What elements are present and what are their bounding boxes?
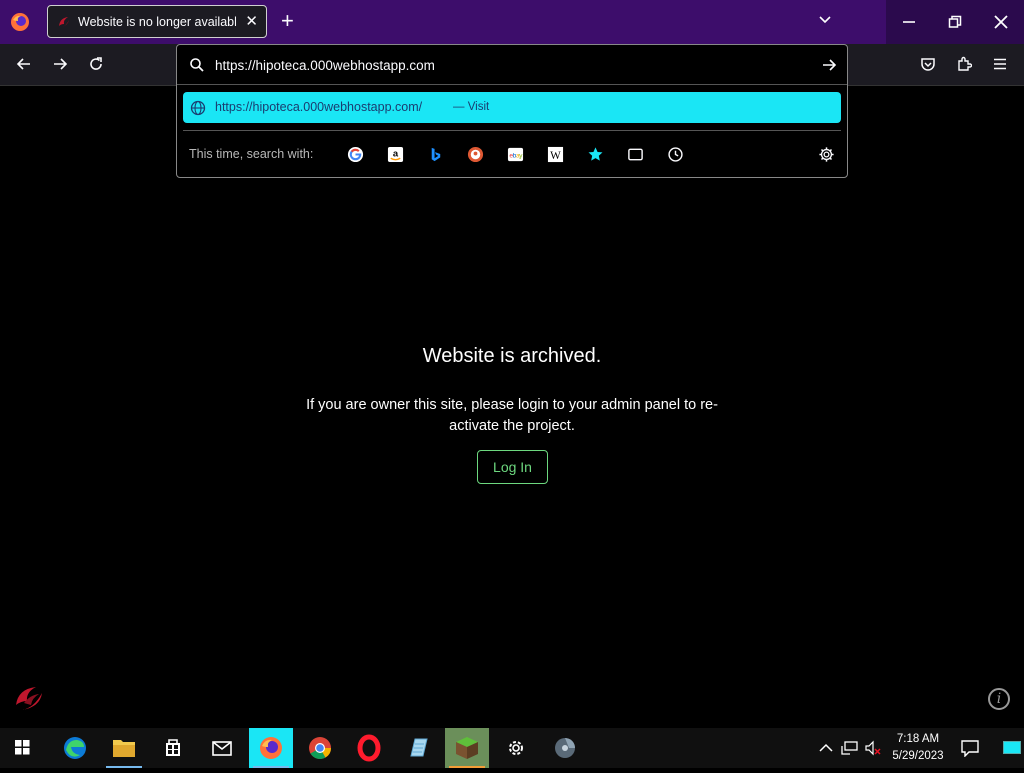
windows-taskbar	[0, 728, 1024, 768]
close-tab-icon[interactable]: ✕	[245, 12, 258, 30]
taskbar-chrome[interactable]	[298, 728, 342, 768]
taskbar-edge[interactable]	[53, 728, 97, 768]
site-favicon-icon	[59, 17, 69, 27]
address-bar-dropdown: https://hipoteca.000webhostapp.com https…	[176, 44, 848, 178]
search-icon	[190, 58, 204, 72]
tabs-icon[interactable]	[627, 146, 644, 163]
list-all-tabs-chevron-down-icon[interactable]	[817, 12, 833, 28]
host-logo-icon	[16, 687, 42, 710]
bookmarks-star-icon[interactable]	[587, 146, 604, 163]
mail-icon	[212, 741, 232, 756]
google-icon[interactable]	[347, 146, 364, 163]
ebay-icon[interactable]: e b a y	[507, 146, 524, 163]
taskbar-minecraft[interactable]	[445, 728, 489, 768]
url-suggestion-row[interactable]: https://hipoteca.000webhostapp.com/ — Vi…	[183, 92, 841, 123]
taskbar-settings[interactable]	[494, 728, 538, 768]
pocket-icon[interactable]	[920, 56, 936, 72]
start-button[interactable]	[0, 728, 44, 768]
notifications-icon[interactable]	[960, 739, 980, 757]
search-settings-gear-icon[interactable]	[818, 146, 835, 163]
svg-text:W: W	[550, 150, 561, 162]
reload-icon[interactable]	[88, 56, 104, 72]
clock-date: 5/29/2023	[892, 750, 944, 762]
url-input[interactable]: https://hipoteca.000webhostapp.com	[215, 58, 435, 73]
page-message: If you are owner this site, please login…	[306, 397, 718, 434]
restore-icon[interactable]	[948, 15, 962, 29]
notepad-icon	[410, 738, 428, 757]
page-heading: Website is archived.	[422, 345, 602, 367]
duckduckgo-icon[interactable]	[467, 146, 484, 163]
firefox-icon[interactable]	[10, 12, 30, 32]
clock-time: 7:18 AM	[896, 733, 940, 745]
edge-icon	[64, 737, 86, 759]
network-icon[interactable]	[841, 740, 859, 756]
show-desktop-icon[interactable]	[1003, 741, 1021, 754]
minimize-icon[interactable]	[902, 15, 916, 29]
taskbar-clock[interactable]: 7:18 AM 5/29/2023	[886, 731, 950, 765]
svg-text:a: a	[393, 148, 399, 159]
divider	[177, 84, 847, 85]
folder-icon	[113, 740, 135, 757]
taskbar-mail[interactable]	[200, 728, 244, 768]
bing-icon[interactable]	[427, 146, 444, 163]
store-bag-icon	[166, 739, 180, 756]
tab-title: Website is no longer available |	[78, 15, 236, 29]
extensions-puzzle-icon[interactable]	[956, 56, 972, 72]
search-with-label: This time, search with:	[189, 147, 314, 161]
log-in-button[interactable]: Log In	[477, 450, 548, 484]
taskbar-app[interactable]	[543, 728, 587, 768]
divider	[183, 130, 841, 131]
minecraft-block-icon	[456, 737, 478, 759]
close-window-icon[interactable]	[994, 15, 1008, 29]
info-icon[interactable]: i	[988, 688, 1010, 710]
suggestion-url: https://hipoteca.000webhostapp.com/	[215, 100, 423, 114]
volume-muted-icon[interactable]	[864, 740, 882, 756]
opera-icon	[357, 734, 381, 762]
active-tab[interactable]: Website is no longer available | ✕	[47, 5, 267, 38]
taskbar-notepad[interactable]	[396, 728, 440, 768]
hamburger-menu-icon[interactable]	[992, 56, 1008, 72]
firefox-taskbar-icon	[260, 737, 282, 759]
back-arrow-icon[interactable]	[16, 56, 32, 72]
go-arrow-icon[interactable]	[821, 57, 837, 73]
taskbar-file-explorer[interactable]	[102, 728, 146, 768]
browser-titlebar: Website is no longer available | ✕ +	[0, 0, 1024, 44]
settings-gear-icon	[509, 741, 523, 755]
wikipedia-icon[interactable]: W	[547, 146, 564, 163]
amazon-icon[interactable]: a	[387, 146, 404, 163]
show-hidden-icons-chevron-up-icon[interactable]	[818, 741, 834, 755]
windows-logo-icon	[15, 740, 30, 755]
suggestion-action: — Visit	[453, 101, 490, 113]
taskbar-opera[interactable]	[347, 728, 391, 768]
globe-icon	[190, 100, 206, 116]
taskbar-firefox[interactable]	[249, 728, 293, 768]
forward-arrow-icon[interactable]	[52, 56, 68, 72]
new-tab-button[interactable]: +	[281, 8, 294, 34]
history-clock-icon[interactable]	[667, 146, 684, 163]
disc-app-icon	[555, 738, 575, 758]
chrome-icon	[309, 737, 331, 759]
taskbar-store[interactable]	[151, 728, 195, 768]
